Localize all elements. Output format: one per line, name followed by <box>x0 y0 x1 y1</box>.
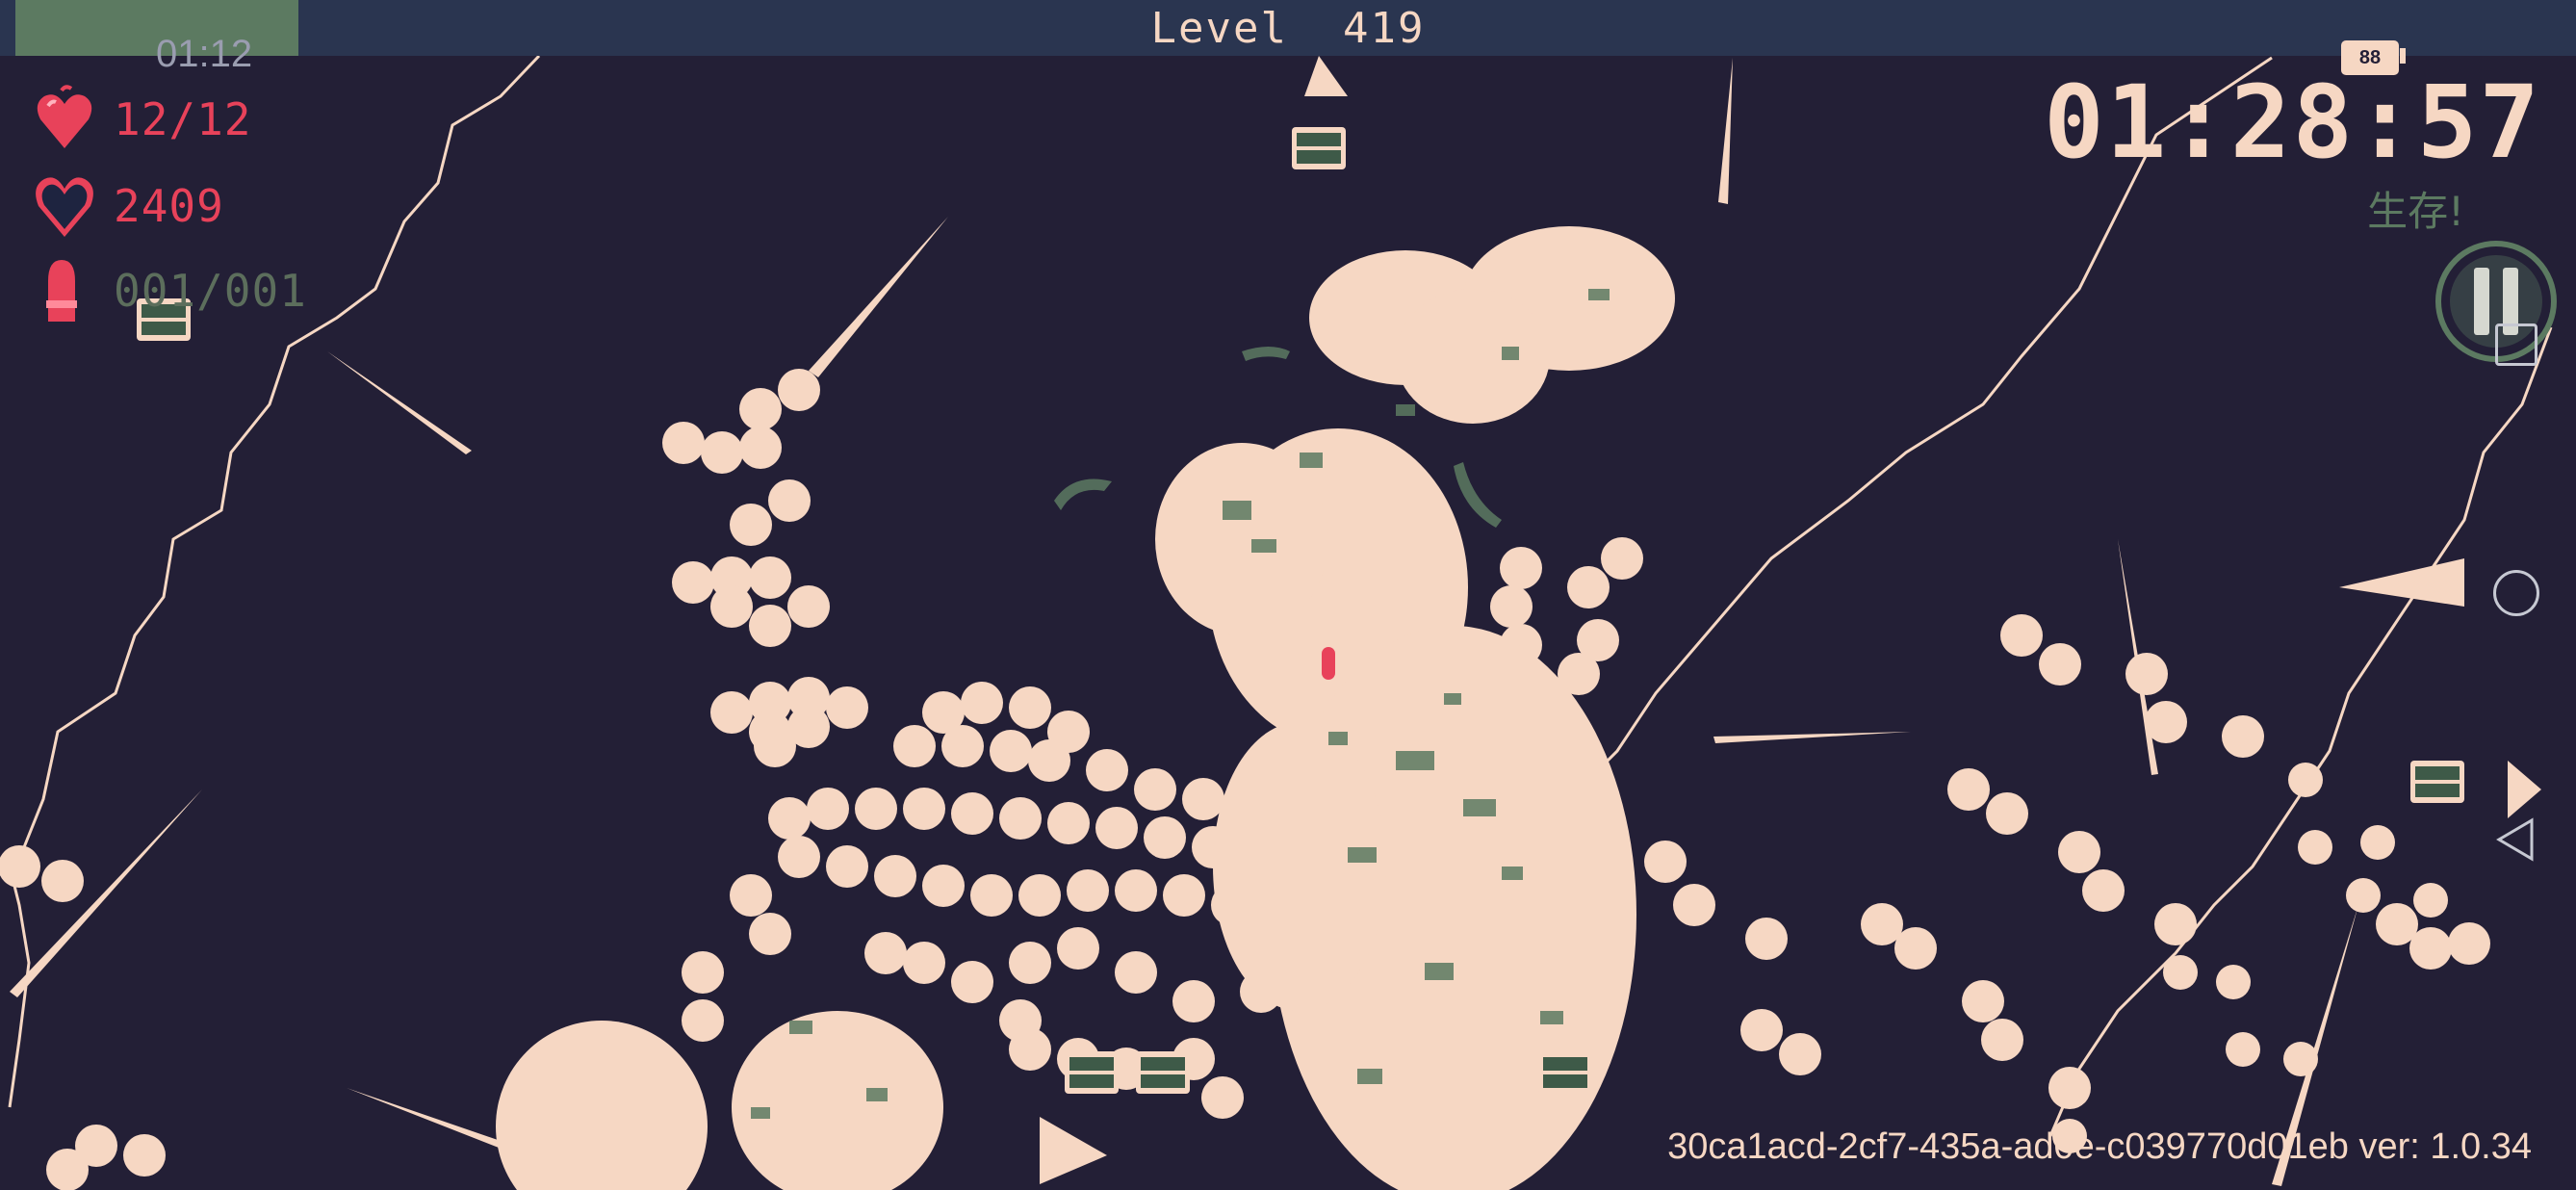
heart-icon <box>37 85 92 148</box>
build-info: 30ca1acd-2cf7-435a-ad0e-c039770d01eb ver… <box>1667 1126 2532 1167</box>
home-button[interactable] <box>2493 570 2539 616</box>
recent-apps-button[interactable] <box>2495 323 2537 366</box>
gem-stat: 2409 <box>35 171 224 241</box>
ammo-value: 001/001 <box>114 265 307 317</box>
back-button[interactable] <box>2493 816 2537 863</box>
level-label: Level <box>1150 4 1288 53</box>
elapsed-timer: 01:12 <box>156 33 253 75</box>
xp-bar: Level 419 <box>0 0 2576 56</box>
mode-label: 生存! <box>2367 188 2464 235</box>
health-value: 12/12 <box>114 93 252 145</box>
level-value: 419 <box>1342 4 1426 53</box>
player-sprite <box>1322 647 1335 680</box>
health-stat: 12/12 <box>35 85 251 154</box>
bullet-icon <box>46 260 77 322</box>
battery-icon <box>2400 48 2406 64</box>
level-indicator: Level 419 <box>0 4 2576 53</box>
ammo-stat: 001/001 <box>35 256 307 325</box>
survival-timer: 01:28:57 <box>2044 64 2541 181</box>
gem-value: 2409 <box>114 180 224 232</box>
dark-heart-icon <box>36 177 93 237</box>
